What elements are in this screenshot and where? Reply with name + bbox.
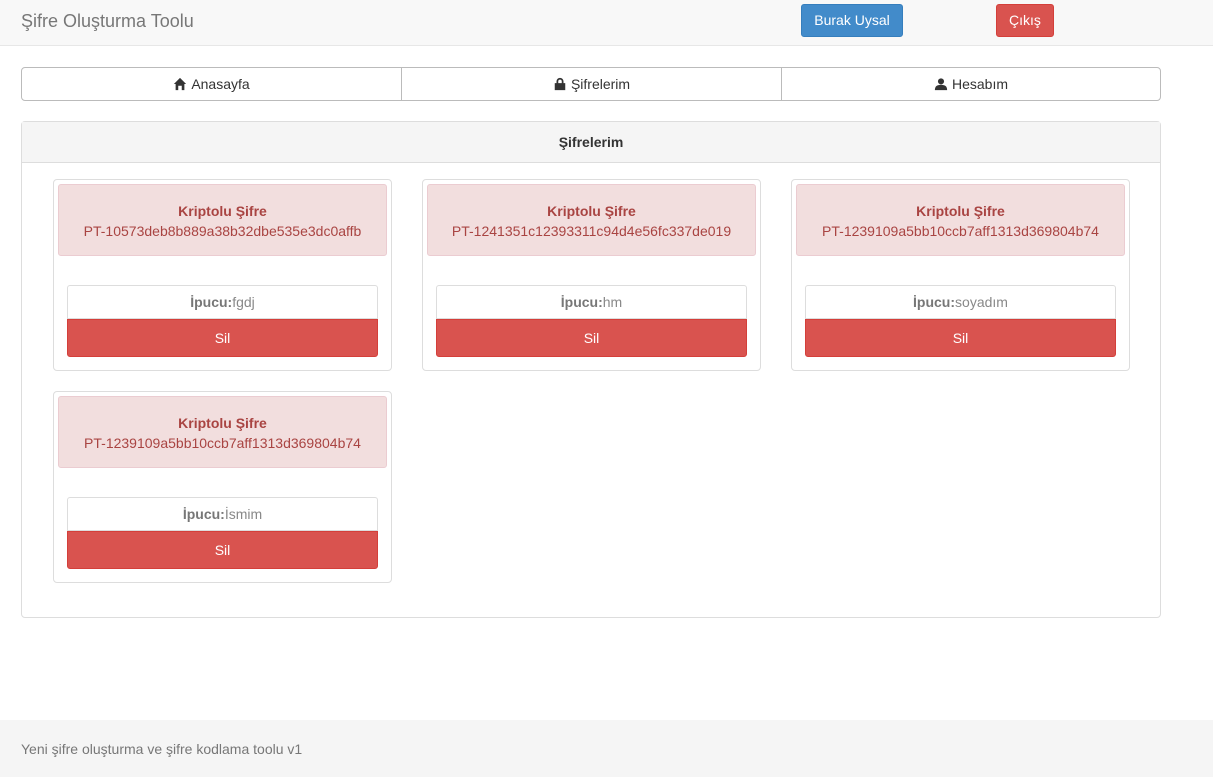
- hint-label: İpucu:: [182, 506, 225, 522]
- encrypted-password-box: Kriptolu Şifre PT-1239109a5bb10ccb7aff13…: [796, 184, 1125, 256]
- hint-value: soyadım: [955, 294, 1008, 310]
- encrypted-password-code: PT-1239109a5bb10ccb7aff1313d369804b74: [84, 435, 361, 451]
- password-card: Kriptolu Şifre PT-1239109a5bb10ccb7aff13…: [53, 391, 392, 583]
- delete-button[interactable]: Sil: [67, 319, 378, 357]
- password-card: Kriptolu Şifre PT-1241351c12393311c94d4e…: [422, 179, 761, 371]
- tab-account-label: Hesabım: [951, 76, 1009, 92]
- lock-icon: [554, 77, 566, 91]
- encrypted-password-title: Kriptolu Şifre: [916, 203, 1005, 219]
- encrypted-password-title: Kriptolu Şifre: [178, 415, 267, 431]
- encrypted-password-code: PT-10573deb8b889a38b32dbe535e3dc0affb: [83, 223, 362, 239]
- delete-button[interactable]: Sil: [436, 319, 747, 357]
- footer-text: Yeni şifre oluşturma ve şifre kodlama to…: [21, 741, 303, 757]
- delete-button[interactable]: Sil: [805, 319, 1116, 357]
- tab-home-label: Anasayfa: [191, 76, 250, 92]
- hint-value: fgdj: [232, 294, 255, 310]
- brand-title[interactable]: Şifre Oluşturma Toolu: [21, 11, 194, 32]
- password-card: Kriptolu Şifre PT-10573deb8b889a38b32dbe…: [53, 179, 392, 371]
- encrypted-password-code: PT-1241351c12393311c94d4e56fc337de019: [451, 223, 732, 239]
- encrypted-password-code: PT-1239109a5bb10ccb7aff1313d369804b74: [822, 223, 1099, 239]
- hint-label: İpucu:: [560, 294, 603, 310]
- tab-home[interactable]: Anasayfa: [21, 67, 402, 101]
- main-nav-tabs: Anasayfa Şifrelerim Hesabım: [21, 67, 1161, 101]
- hint-field: İpucu:hm: [436, 285, 747, 319]
- hint-label: İpucu:: [913, 294, 956, 310]
- tab-account[interactable]: Hesabım: [781, 67, 1161, 101]
- password-card: Kriptolu Şifre PT-1239109a5bb10ccb7aff13…: [791, 179, 1130, 371]
- encrypted-password-box: Kriptolu Şifre PT-10573deb8b889a38b32dbe…: [58, 184, 387, 256]
- encrypted-password-box: Kriptolu Şifre PT-1239109a5bb10ccb7aff13…: [58, 396, 387, 468]
- panel-title: Şifrelerim: [22, 122, 1160, 163]
- hint-label: İpucu:: [190, 294, 233, 310]
- navbar: Şifre Oluşturma Toolu Burak Uysal Çıkış: [0, 0, 1213, 46]
- tab-passwords-label: Şifrelerim: [570, 76, 631, 92]
- home-icon: [174, 77, 187, 91]
- hint-value: hm: [602, 294, 623, 310]
- delete-button[interactable]: Sil: [67, 531, 378, 569]
- encrypted-password-title: Kriptolu Şifre: [178, 203, 267, 219]
- logout-button[interactable]: Çıkış: [996, 4, 1054, 37]
- encrypted-password-box: Kriptolu Şifre PT-1241351c12393311c94d4e…: [427, 184, 756, 256]
- hint-value: İsmim: [224, 506, 263, 522]
- hint-field: İpucu:soyadım: [805, 285, 1116, 319]
- user-icon: [934, 78, 948, 91]
- tab-passwords[interactable]: Şifrelerim: [401, 67, 782, 101]
- hint-field: İpucu:İsmim: [67, 497, 378, 531]
- passwords-panel: Şifrelerim Kriptolu Şifre PT-10573deb8b8…: [21, 121, 1161, 618]
- user-account-button[interactable]: Burak Uysal: [801, 4, 903, 37]
- footer: Yeni şifre oluşturma ve şifre kodlama to…: [0, 720, 1213, 777]
- hint-field: İpucu:fgdj: [67, 285, 378, 319]
- encrypted-password-title: Kriptolu Şifre: [547, 203, 636, 219]
